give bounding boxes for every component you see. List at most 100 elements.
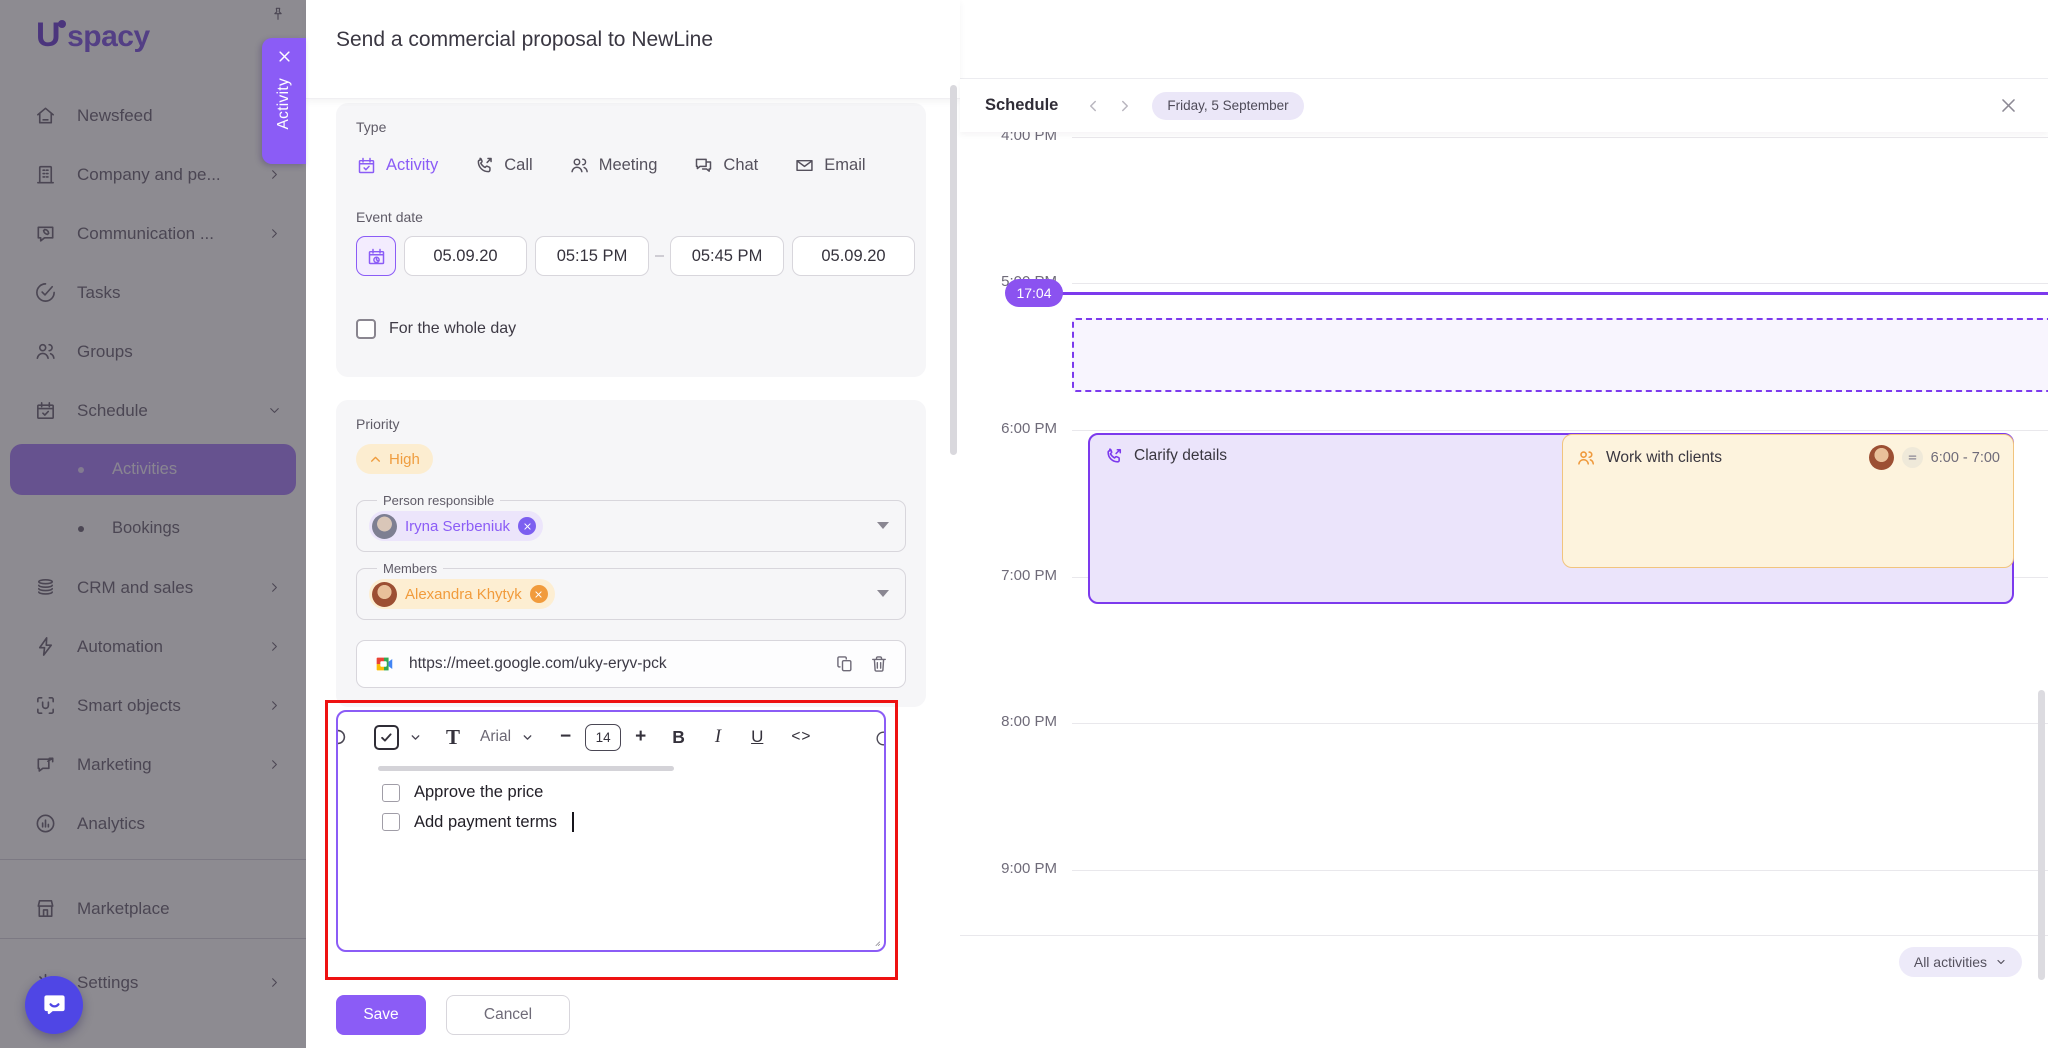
type-tabs: Activity Call Meeting Chat Email bbox=[356, 147, 866, 183]
decrease-font-button[interactable]: − bbox=[560, 726, 571, 748]
phone-forward-icon bbox=[1104, 446, 1124, 466]
end-time-input[interactable]: 05:45 PM bbox=[670, 236, 784, 276]
chevron-down-icon bbox=[1997, 959, 2005, 965]
remove-person-icon[interactable] bbox=[518, 517, 537, 535]
font-family-select[interactable]: Arial bbox=[480, 728, 511, 746]
calendar-picker-button[interactable] bbox=[356, 236, 396, 276]
modal-title: Send a commercial proposal to NewLine bbox=[336, 28, 714, 51]
form-scrollbar[interactable] bbox=[950, 85, 957, 455]
avatar bbox=[372, 513, 397, 539]
activities-filter-dropdown[interactable]: All activities bbox=[1898, 947, 2022, 977]
phone-icon bbox=[477, 157, 493, 172]
hour-label: 6:00 PM bbox=[960, 420, 1057, 437]
type-tab-call[interactable]: Call bbox=[474, 155, 533, 176]
prev-day-button[interactable] bbox=[1084, 97, 1102, 115]
event-placeholder-dashed[interactable] bbox=[1072, 318, 2048, 392]
next-day-button[interactable] bbox=[1116, 97, 1134, 115]
modal-form-body: Type Activity Call Meeting Chat Email Ev… bbox=[306, 99, 960, 1048]
type-tab-activity[interactable]: Activity bbox=[356, 155, 438, 176]
italic-button[interactable]: I bbox=[715, 727, 721, 748]
members-label: Members bbox=[377, 561, 444, 576]
modal-header: Send a commercial proposal to NewLine bbox=[306, 0, 960, 99]
dropdown-caret-icon[interactable] bbox=[877, 590, 889, 597]
type-tab-chat[interactable]: Chat bbox=[693, 155, 758, 176]
hour-label: 7:00 PM bbox=[960, 567, 1057, 584]
font-size-box[interactable]: 14 bbox=[585, 723, 622, 751]
schedule-header: Schedule Friday, 5 September bbox=[960, 79, 2048, 132]
text-cursor bbox=[572, 812, 574, 832]
person-chip: Iryna Serbeniuk bbox=[369, 511, 544, 541]
calendar-clock-icon bbox=[368, 248, 384, 264]
meet-link-text[interactable]: https://meet.google.com/uky-eryv-pck bbox=[409, 655, 821, 673]
start-time-input[interactable]: 05:15 PM bbox=[535, 236, 649, 276]
hour-line bbox=[1072, 870, 2048, 871]
current-time-badge: 17:04 bbox=[1005, 279, 1063, 307]
editor-checklist: Approve the price Add payment terms bbox=[338, 778, 884, 837]
member-chip: Alexandra Khytyk bbox=[369, 579, 555, 609]
activity-modal: Send a commercial proposal to NewLine Ty… bbox=[306, 0, 2048, 1048]
end-date-input[interactable]: 05.09.20 bbox=[792, 236, 915, 276]
chevron-up-icon bbox=[371, 456, 380, 462]
hour-line bbox=[1072, 430, 2048, 431]
dropdown-caret-icon[interactable] bbox=[877, 522, 889, 529]
activity-side-tab[interactable]: Activity bbox=[262, 38, 306, 164]
remove-member-icon[interactable] bbox=[529, 585, 548, 603]
checklist-toolbar-icon[interactable] bbox=[374, 724, 399, 750]
avatar bbox=[1868, 445, 1894, 470]
priority-label: Priority bbox=[356, 416, 400, 432]
resize-handle-icon[interactable] bbox=[870, 936, 881, 947]
hour-line bbox=[1072, 723, 2048, 724]
priority-chip[interactable]: High bbox=[356, 444, 433, 474]
hour-label: 9:00 PM bbox=[960, 860, 1057, 877]
event-title: Clarify details bbox=[1134, 447, 1228, 464]
calendar-check-icon bbox=[358, 157, 375, 173]
copy-icon[interactable] bbox=[835, 654, 855, 674]
avatar bbox=[372, 581, 397, 607]
activity-tab-label: Activity bbox=[275, 78, 292, 130]
schedule-close-icon[interactable] bbox=[1999, 96, 2018, 115]
checklist-checkbox[interactable] bbox=[382, 813, 400, 831]
schedule-timeline: 4:00 PM 5:00 PM 6:00 PM 7:00 PM 8:00 PM … bbox=[960, 132, 2048, 1048]
code-button[interactable]: <> bbox=[791, 728, 811, 746]
rich-text-editor[interactable]: T Arial − 14 + B I U <> Approve the pric… bbox=[336, 710, 886, 952]
increase-font-button[interactable]: + bbox=[635, 726, 646, 748]
modal-overlay bbox=[0, 0, 306, 1048]
type-tab-email[interactable]: Email bbox=[794, 155, 866, 176]
start-date-input[interactable]: 05.09.20 bbox=[404, 236, 527, 276]
type-tab-meeting[interactable]: Meeting bbox=[569, 155, 657, 176]
close-icon bbox=[278, 51, 290, 62]
person-responsible-label: Person responsible bbox=[377, 493, 501, 508]
list-dropdown-icon[interactable] bbox=[409, 731, 422, 744]
underline-button[interactable]: U bbox=[751, 727, 763, 747]
font-dropdown-icon[interactable] bbox=[521, 731, 534, 744]
whole-day-row[interactable]: For the whole day bbox=[356, 319, 516, 339]
event-work-with-clients[interactable]: Work with clients 6:00 - 7:00 bbox=[1562, 434, 2014, 568]
whole-day-checkbox[interactable] bbox=[356, 319, 376, 339]
notes-badge-icon bbox=[1901, 447, 1923, 468]
type-date-card: Type Activity Call Meeting Chat Email Ev… bbox=[336, 103, 926, 377]
toolbar-scrollbar[interactable] bbox=[378, 766, 674, 771]
checklist-item[interactable]: Add payment terms bbox=[338, 807, 884, 837]
bold-button[interactable]: B bbox=[672, 727, 685, 748]
checklist-checkbox[interactable] bbox=[382, 783, 400, 802]
person-responsible-field[interactable]: Person responsible Iryna Serbeniuk bbox=[356, 493, 906, 552]
schedule-footer-divider bbox=[960, 935, 2048, 936]
checklist-item[interactable]: Approve the price bbox=[338, 778, 884, 807]
undo-icon[interactable] bbox=[338, 726, 349, 748]
editor-toolbar: T Arial − 14 + B I U <> bbox=[338, 712, 884, 762]
members-field[interactable]: Members Alexandra Khytyk bbox=[356, 561, 906, 620]
users-icon bbox=[571, 158, 588, 172]
time-range-dash bbox=[655, 255, 664, 257]
save-button[interactable]: Save bbox=[336, 995, 426, 1035]
text-style-button[interactable]: T bbox=[446, 725, 460, 750]
clear-format-icon[interactable] bbox=[874, 729, 884, 748]
modal-form-column: Send a commercial proposal to NewLine Ty… bbox=[306, 0, 960, 1048]
schedule-scrollbar[interactable] bbox=[2038, 690, 2045, 980]
hour-line bbox=[1072, 137, 2048, 138]
event-title: Work with clients bbox=[1606, 448, 1722, 466]
schedule-date-chip[interactable]: Friday, 5 September bbox=[1152, 91, 1304, 120]
cancel-button[interactable]: Cancel bbox=[446, 995, 570, 1035]
trash-icon[interactable] bbox=[869, 654, 889, 674]
whole-day-label: For the whole day bbox=[389, 320, 517, 337]
chat-fab[interactable] bbox=[25, 976, 83, 1034]
